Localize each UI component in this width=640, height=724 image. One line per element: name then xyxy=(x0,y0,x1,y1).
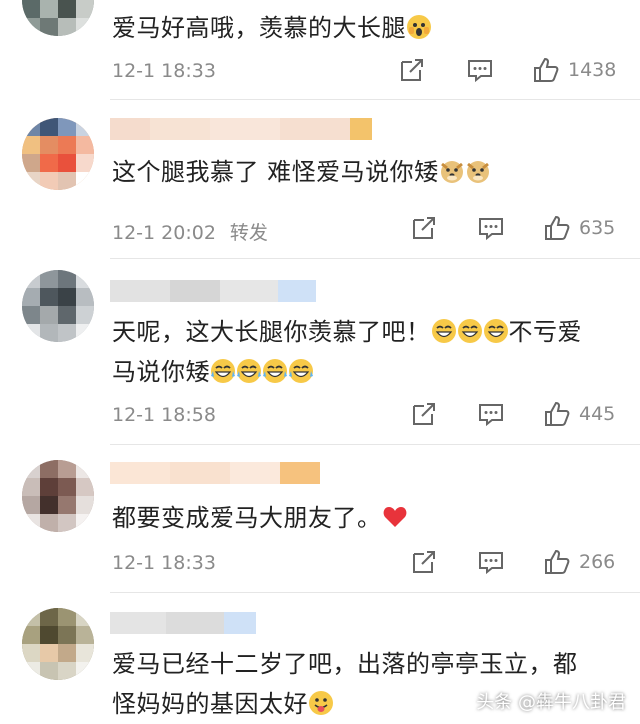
comment-icon xyxy=(479,218,503,241)
share-icon xyxy=(413,403,435,425)
comment-text: 天呢，这大长腿你羡慕了吧！ 不亏爱 马说你矮 xyxy=(112,318,582,386)
like-count: 635 xyxy=(579,217,616,239)
username-blurred[interactable] xyxy=(110,462,320,484)
comment-button[interactable] xyxy=(477,548,505,576)
divider xyxy=(110,444,640,445)
avatar[interactable] xyxy=(22,270,94,342)
divider xyxy=(110,592,640,593)
tears-of-joy-icon xyxy=(211,359,235,383)
thumbs-up-icon xyxy=(545,401,570,426)
comment-text: 爱马好高哦，羡慕的大长腿 xyxy=(112,8,432,48)
doge-face-icon xyxy=(440,161,463,183)
thumbs-up-icon xyxy=(545,215,570,240)
username-blurred[interactable] xyxy=(110,612,256,634)
comment-meta: 12-1 18:33 xyxy=(112,552,230,574)
comment-button[interactable] xyxy=(477,214,505,242)
like-count: 445 xyxy=(579,403,616,425)
username-blurred[interactable] xyxy=(110,118,372,140)
share-icon xyxy=(401,59,423,81)
comment-date: 12-1 18:58 xyxy=(112,404,216,426)
comment-icon xyxy=(479,404,503,427)
like-button[interactable]: 266 xyxy=(543,548,615,576)
share-button[interactable] xyxy=(410,548,438,576)
like-count: 1438 xyxy=(568,59,617,81)
comment-meta: 12-1 18:33 xyxy=(112,60,230,82)
comment-date: 12-1 18:33 xyxy=(112,552,216,574)
share-icon xyxy=(413,551,435,573)
like-count: 266 xyxy=(579,551,616,573)
share-icon xyxy=(413,217,435,239)
red-heart-icon xyxy=(383,507,406,527)
divider xyxy=(110,99,640,100)
thumbs-up-icon xyxy=(534,57,559,82)
comment-text: 都要变成爱马大朋友了。 xyxy=(112,498,408,538)
username-blurred[interactable] xyxy=(110,280,316,302)
share-button[interactable] xyxy=(398,56,426,84)
tongue-face-icon xyxy=(309,691,333,715)
grin-face-icon xyxy=(431,319,456,343)
like-button[interactable]: 445 xyxy=(543,400,615,428)
comment-button[interactable] xyxy=(466,56,494,84)
fearful-face-icon xyxy=(407,15,431,39)
tears-of-joy-icon xyxy=(263,359,287,383)
like-button[interactable]: 1438 xyxy=(532,56,616,84)
comment-button[interactable] xyxy=(477,400,505,428)
comment-date: 12-1 18:33 xyxy=(112,60,216,82)
thumbs-up-icon xyxy=(545,549,570,574)
avatar[interactable] xyxy=(22,608,94,680)
comment-text: 这个腿我慕了 难怪爱马说你矮 xyxy=(112,152,491,192)
comment-icon xyxy=(479,552,503,575)
comment-meta: 12-1 18:58 xyxy=(112,404,230,426)
doge-face-icon xyxy=(466,161,489,183)
repost-link[interactable]: 转发 xyxy=(230,222,268,244)
avatar[interactable] xyxy=(22,460,94,532)
divider xyxy=(110,258,640,259)
avatar[interactable] xyxy=(22,0,94,36)
avatar[interactable] xyxy=(22,118,94,190)
grin-face-icon xyxy=(457,319,482,343)
tears-of-joy-icon xyxy=(237,359,261,383)
like-button[interactable]: 635 xyxy=(543,214,615,242)
comment-meta: 12-1 20:02 转发 xyxy=(112,218,282,245)
share-button[interactable] xyxy=(410,400,438,428)
comment-icon xyxy=(468,60,492,83)
tears-of-joy-icon xyxy=(289,359,313,383)
share-button[interactable] xyxy=(410,214,438,242)
comment-date: 12-1 20:02 xyxy=(112,222,216,244)
grin-face-icon xyxy=(483,319,508,343)
watermark: 头条 @犇牛八卦君 xyxy=(476,692,626,713)
